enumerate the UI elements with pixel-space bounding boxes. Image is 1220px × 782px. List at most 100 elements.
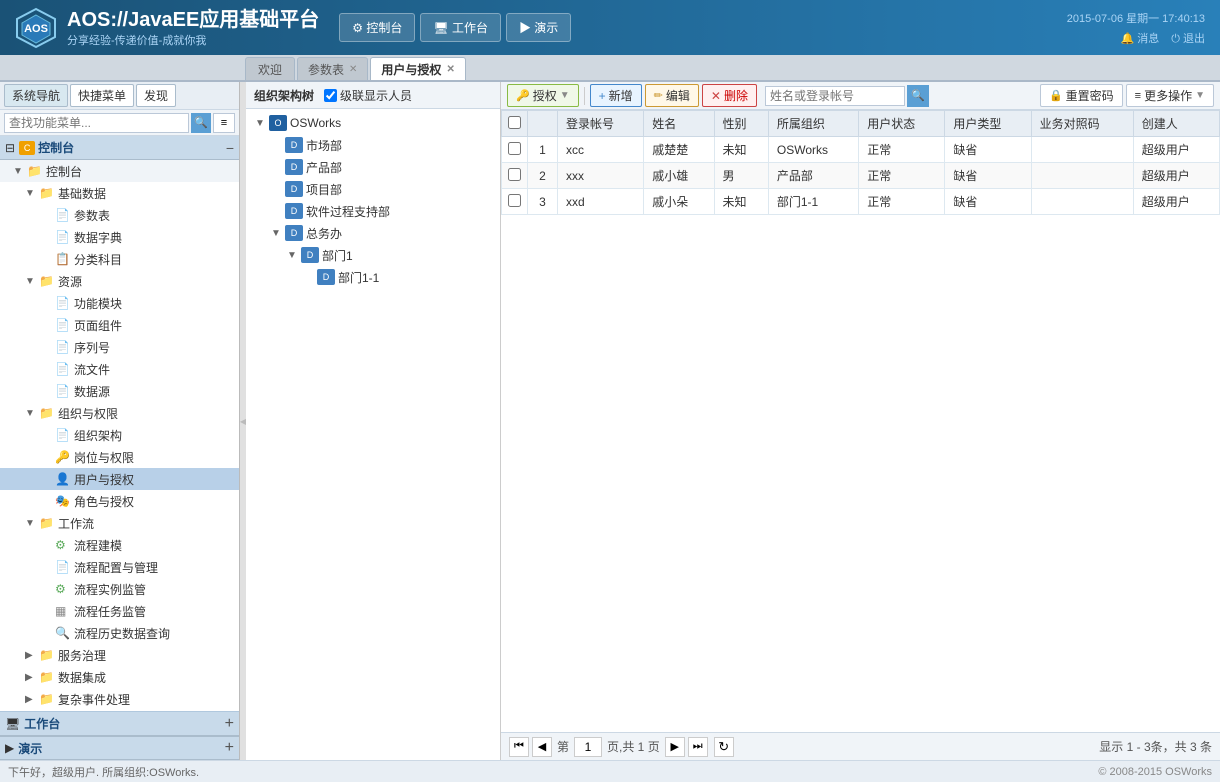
tree-node-seq[interactable]: 📄 序列号 [0, 336, 239, 358]
tree-node-service[interactable]: ▶ 📁 服务治理 [0, 644, 239, 666]
user-search-btn[interactable]: 🔍 [907, 85, 929, 107]
demo-btn[interactable]: ▶ 演示 [506, 13, 571, 42]
tree-node-org-rights[interactable]: ▼ 📁 组织与权限 [0, 402, 239, 424]
demo-add-btn[interactable]: + [225, 740, 234, 756]
tree-node-user-auth[interactable]: 👤 用户与授权 [0, 468, 239, 490]
row-checkbox[interactable] [502, 163, 528, 189]
org-tree-node-project[interactable]: D 项目部 [246, 178, 500, 200]
tree-node-flow-history[interactable]: 🔍 流程历史数据查询 [0, 622, 239, 644]
tree-node-post-rights[interactable]: 🔑 岗位与权限 [0, 446, 239, 468]
tree-node-flow-monitor[interactable]: ⚙ 流程实例监管 [0, 578, 239, 600]
workbench-btn[interactable]: 🖥 工作台 [420, 13, 501, 42]
sidebar-search-input[interactable] [4, 113, 189, 133]
table-row[interactable]: 1 xcc 戚楚楚 未知 OSWorks 正常 缺省 超级用户 [502, 137, 1220, 163]
discover-btn[interactable]: 发现 [136, 84, 176, 107]
sidebar-section-control: ⊟ C 控制台 − ▼ 📁 控制台 [0, 136, 239, 711]
show-linked-label[interactable]: 级联显示人员 [324, 87, 412, 104]
tree-node-control-root[interactable]: ▼ 📁 控制台 [0, 160, 239, 182]
org-node-label: 软件过程支持部 [306, 203, 390, 220]
page-first-btn[interactable]: ⏮ [509, 737, 529, 757]
table-row[interactable]: 3 xxd 戚小朵 未知 部门1-1 正常 缺省 超级用户 [502, 189, 1220, 215]
tree-node-page-comp[interactable]: 📄 页面组件 [0, 314, 239, 336]
show-linked-checkbox[interactable] [324, 89, 337, 102]
user-search-input[interactable] [765, 86, 905, 106]
tree-node-complex-event[interactable]: ▶ 📁 复杂事件处理 [0, 688, 239, 710]
tree-node-flow-config[interactable]: 📄 流程配置与管理 [0, 556, 239, 578]
right-panel: 组织架构树 级联显示人员 ▼ O OSWorks [246, 82, 1220, 760]
auth-icon: 🔑 [516, 89, 530, 102]
tree-node-flow-build[interactable]: ⚙ 流程建模 [0, 534, 239, 556]
org-tree-node-dept1-1[interactable]: D 部门1-1 [246, 266, 500, 288]
control-panel-btn[interactable]: ⚙ 控制台 [339, 13, 415, 42]
page-input[interactable] [574, 737, 602, 757]
tab-user-auth[interactable]: 用户与授权 ✕ [370, 57, 465, 80]
org-node-label: 部门1 [322, 247, 353, 264]
page-last-btn[interactable]: ⏭ [688, 737, 708, 757]
col-type-header: 用户类型 [945, 111, 1031, 137]
tree-label: 组织与权限 [58, 405, 118, 422]
tab-params[interactable]: 参数表 ✕ [297, 57, 368, 80]
demo-label: 演示 [18, 740, 42, 757]
org-tree-node-osworks[interactable]: ▼ O OSWorks [246, 112, 500, 134]
auth-btn[interactable]: 🔑 授权 ▼ [507, 84, 579, 107]
tree-node-datasource[interactable]: 📄 数据源 [0, 380, 239, 402]
new-btn[interactable]: + 新增 [590, 84, 642, 107]
org-tree-node-software[interactable]: D 软件过程支持部 [246, 200, 500, 222]
folder-icon: 📁 [39, 670, 55, 684]
row-bizcode [1031, 137, 1133, 163]
sidebar-section-control-header[interactable]: ⊟ C 控制台 − [0, 136, 239, 160]
tree-node-params[interactable]: 📄 参数表 [0, 204, 239, 226]
toolbar-sep1 [584, 87, 585, 105]
tree-node-data-integration[interactable]: ▶ 📁 数据集成 [0, 666, 239, 688]
expand-icon: ▶ [25, 650, 39, 661]
tree-node-dict[interactable]: 📄 数据字典 [0, 226, 239, 248]
message-btn[interactable]: 🔔 消息 [1120, 30, 1159, 46]
workbench-add-btn[interactable]: + [225, 716, 234, 732]
page-next-btn[interactable]: ▶ [665, 737, 685, 757]
toolbar-right-group: 🔒 重置密码 ≡ 更多操作 ▼ [1040, 84, 1214, 107]
tree-label: 流程配置与管理 [74, 559, 158, 576]
org-tree-node-admin[interactable]: ▼ D 总务办 [246, 222, 500, 244]
tree-node-flow-file[interactable]: 📄 流文件 [0, 358, 239, 380]
more-ops-btn[interactable]: ≡ 更多操作 ▼ [1126, 84, 1214, 107]
tree-node-flow-task[interactable]: ▦ 流程任务监管 [0, 600, 239, 622]
table-row[interactable]: 2 xxx 戚小雄 男 产品部 正常 缺省 超级用户 [502, 163, 1220, 189]
tree-node-func-module[interactable]: 📄 功能模块 [0, 292, 239, 314]
logout-btn[interactable]: ⏻ 退出 [1171, 30, 1205, 46]
tree-node-category[interactable]: 📋 分类科目 [0, 248, 239, 270]
workbench-section-header[interactable]: 🖥 工作台 + [0, 712, 239, 736]
dept-icon: D [285, 203, 303, 219]
tab-welcome[interactable]: 欢迎 [245, 57, 295, 80]
sidebar-menu-btn[interactable]: ≡ [213, 113, 235, 133]
row-name: 戚小朵 [644, 189, 714, 215]
dept-icon: D [285, 181, 303, 197]
tree-node-workflow[interactable]: ▼ 📁 工作流 [0, 512, 239, 534]
app-header: AOS AOS://JavaEE应用基础平台 分享经验-传递价值-成就你我 ⚙ … [0, 0, 1220, 55]
select-all-checkbox[interactable] [508, 116, 521, 129]
tree-node-role-rights[interactable]: 🎭 角色与授权 [0, 490, 239, 512]
demo-section-header[interactable]: ▶ 演示 + [0, 736, 239, 760]
edit-btn[interactable]: ✏ 编辑 [645, 84, 699, 107]
tree-node-basic-data[interactable]: ▼ 📁 基础数据 [0, 182, 239, 204]
sidebar-search-btn[interactable]: 🔍 [191, 113, 211, 133]
sys-nav-btn[interactable]: 系统导航 [4, 84, 68, 107]
edit-icon: ✏ [654, 89, 663, 102]
folder-icon: 📁 [39, 648, 55, 662]
row-checkbox[interactable] [502, 189, 528, 215]
page-prev-btn[interactable]: ◀ [532, 737, 552, 757]
org-tree-node-product[interactable]: D 产品部 [246, 156, 500, 178]
org-tree-node-dept1[interactable]: ▼ D 部门1 [246, 244, 500, 266]
sidebar-section-control-collapse[interactable]: − [226, 140, 234, 156]
tree-node-org-struct[interactable]: 📄 组织架构 [0, 424, 239, 446]
tab-user-auth-close[interactable]: ✕ [446, 64, 454, 75]
expand-icon: ▼ [271, 228, 285, 239]
row-checkbox[interactable] [502, 137, 528, 163]
page-refresh-btn[interactable]: ↻ [714, 737, 734, 757]
tree-node-resources[interactable]: ▼ 📁 资源 [0, 270, 239, 292]
tab-params-close[interactable]: ✕ [349, 64, 357, 75]
delete-btn[interactable]: ✕ 删除 [702, 84, 757, 107]
quick-menu-btn[interactable]: 快捷菜单 [70, 84, 134, 107]
org-tree-node-market[interactable]: D 市场部 [246, 134, 500, 156]
expand-icon: ▼ [25, 188, 39, 199]
reset-pwd-btn[interactable]: 🔒 重置密码 [1040, 84, 1123, 107]
